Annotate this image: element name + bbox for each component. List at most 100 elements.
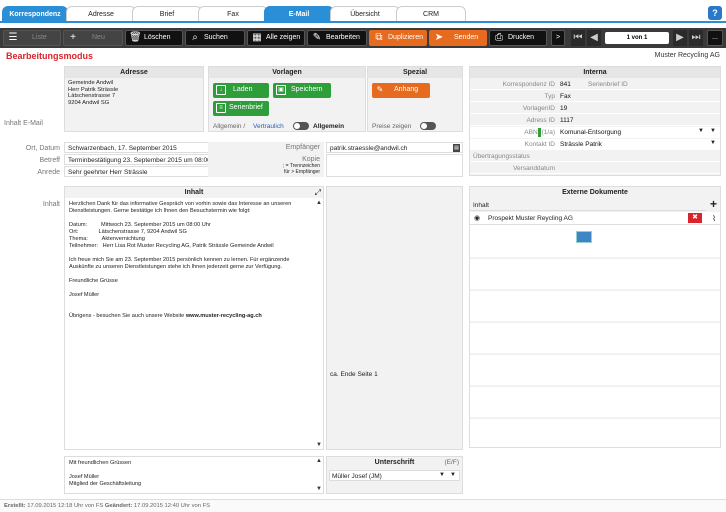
internal-row-vorlagen-id: VorlagenID 19 [470,103,720,114]
content-header: Inhalt [65,187,323,198]
help-icon[interactable]: ? [708,6,722,20]
search-button[interactable]: ⌕ Suchen [185,30,245,46]
footer: Erstellt: 17.09.2015 12:18 Uhr von FS Ge… [0,499,726,512]
chevron-down-icon: ▼ [698,128,704,134]
internal-row-typ: Typ Fax [470,91,720,102]
attachment-button[interactable]: ✎ Anhang [372,83,430,98]
pencil-icon: ✎ [312,32,322,43]
overflow-menu-button[interactable]: ... [707,30,723,46]
special-panel: Spezial ✎ Anhang Preise zeigen [367,66,463,132]
scroll-down-icon[interactable]: ▼ [316,486,322,492]
content-label: Inhalt [42,201,60,208]
subject-label: Betreff [39,157,61,164]
send-button[interactable]: ➤ Senden [429,30,487,46]
signature-select[interactable]: Müller Josef (JM) ▼ ▼ [329,470,460,481]
scroll-up-icon[interactable]: ▲ [316,458,322,464]
document-thumbnail-icon[interactable] [576,231,592,243]
page-end-panel: ca. Ende Seite 1 [326,186,463,450]
save-template-button[interactable]: ▣ Speichern [273,83,331,98]
internal-panel: Interna Korrespondenz ID 841 Serienbrief I… [469,66,721,176]
internal-row-kontakt-id[interactable]: Kontakt ID Strässle Patrik ▼ [470,139,720,150]
page-info: 1 von 1 [605,32,669,44]
print-button[interactable]: ⎙ Drucken [489,30,547,46]
internal-header: Interna [470,67,720,78]
tab-adresse[interactable]: Adresse [66,6,136,22]
document-empty-row [470,387,720,417]
scroll-down-icon[interactable]: ▼ [316,442,322,448]
next-record-icon[interactable]: ▶ [673,30,687,46]
chevron-down-icon: ▼ [450,472,456,478]
document-empty-row [470,419,720,447]
signature-panel: Unterschrift (E/F) Müller Josef (JM) ▼ ▼ [326,456,463,494]
address-book-icon[interactable]: ▤ [453,144,460,152]
salutation-label: Anrede [37,169,60,176]
toolbar: ☰ Liste + Neu 🗑 Löschen ⌕ Suchen ▦ Alle zeige… [0,28,726,48]
document-empty-row [470,259,720,289]
first-record-icon[interactable]: ⏮ [571,30,585,46]
internal-row-adress-id: Adress ID 1117 [470,115,720,126]
tab-email[interactable]: E-Mail [264,6,334,22]
document-preview-area [470,225,720,257]
eye-icon[interactable]: ◉ [474,214,480,222]
visibility-toggle[interactable] [293,122,309,130]
serial-letter-button[interactable]: ≡ Serienbrief [213,101,269,116]
edit-button[interactable]: ✎ Bearbeiten [307,30,367,46]
plus-icon: + [70,32,76,43]
list-icon: ☰ [8,32,18,43]
company-name: Muster Recycling AG [654,52,720,59]
inhalt-email-label: Inhalt E-Mail [4,120,43,127]
scroll-up-icon[interactable]: ▲ [316,200,322,206]
chevron-down-icon: ▼ [439,472,445,478]
tab-korrespondenz[interactable]: Korrespondenz [2,6,68,22]
search-icon: ⌕ [192,32,198,43]
printer-icon: ⎙ [495,32,503,43]
copy-field[interactable] [326,154,463,177]
tab-brief[interactable]: Brief [132,6,202,22]
website-link: www.muster-recycling-ag.ch [185,313,262,319]
internal-row-korrespondenz-id: Korrespondenz ID 841 Serienbrief ID [470,79,720,90]
address-panel: Adresse Gemeinde Andwil Herr Patrik Strä… [64,66,204,132]
show-prices-toggle[interactable] [420,122,436,130]
more-button[interactable]: > [551,30,565,46]
save-icon: ▣ [276,85,286,95]
load-template-button[interactable]: ↓ Laden [213,83,269,98]
previous-record-icon[interactable]: ◀ [587,30,601,46]
content-panel: Inhalt ⤢ Herzlichen Dank für das informa… [64,186,324,450]
expand-icon[interactable]: ⤢ [315,188,321,198]
chevron-down-icon: ▼ [710,128,716,134]
list-button[interactable]: ☰ Liste [3,30,61,46]
address-header: Adresse [65,67,203,78]
paperclip-icon: ✎ [376,85,384,94]
external-docs-column: Inhalt [470,200,706,211]
paperclip-icon[interactable]: ⌇ [712,214,716,223]
delete-document-icon[interactable]: ✖ [688,213,702,223]
duplicate-button[interactable]: ⧉ Duplizieren [369,30,427,46]
special-header: Spezial [368,67,462,78]
visibility-link-label: Vertraulich [253,123,284,130]
closing-field[interactable]: Mit freundlichen Grüssen Josef Müller Mi… [64,456,324,494]
delete-button[interactable]: 🗑 Löschen [125,30,183,46]
last-record-icon[interactable]: ⏭ [689,30,703,46]
date-label: Ort, Datum [25,145,60,152]
tab-underline [0,21,726,23]
recipient-field[interactable]: patrik.straessle@andwil.ch ▤ [326,142,463,153]
external-docs-header: Externe Dokumente [470,187,720,198]
page-title: Bearbeitungsmodus [6,51,94,61]
tab-crm[interactable]: CRM [396,6,466,22]
trash-icon: 🗑 [129,32,142,43]
signature-language: (E/F) [444,459,459,466]
tab-uebersicht[interactable]: Übersicht [330,6,400,22]
tab-fax[interactable]: Fax [198,6,268,22]
show-all-button[interactable]: ▦ Alle zeigen [247,30,305,46]
internal-row-uebertragung: Übertragungsstatus [470,151,720,162]
internal-row-abnr[interactable]: ABNr (1/a) Komunal-Entsorgung ▼ ▼ [470,127,720,138]
document-empty-row [470,291,720,321]
content-body[interactable]: Herzlichen Dank für das informative Gesp… [69,201,291,320]
add-document-icon[interactable]: + [710,197,717,211]
templates-panel: Vorlagen ↓ Laden ▣ Speichern ≡ Serienbrief … [208,66,366,132]
external-doc-row[interactable]: ◉ Prospekt Muster Reycling AG ✖ ⌇ [470,212,720,225]
chevron-down-icon: ▼ [710,140,716,146]
show-prices-label: Preise zeigen [372,123,412,130]
visibility-left-label: Allgemein / [213,123,246,130]
new-button[interactable]: + Neu [63,30,123,46]
